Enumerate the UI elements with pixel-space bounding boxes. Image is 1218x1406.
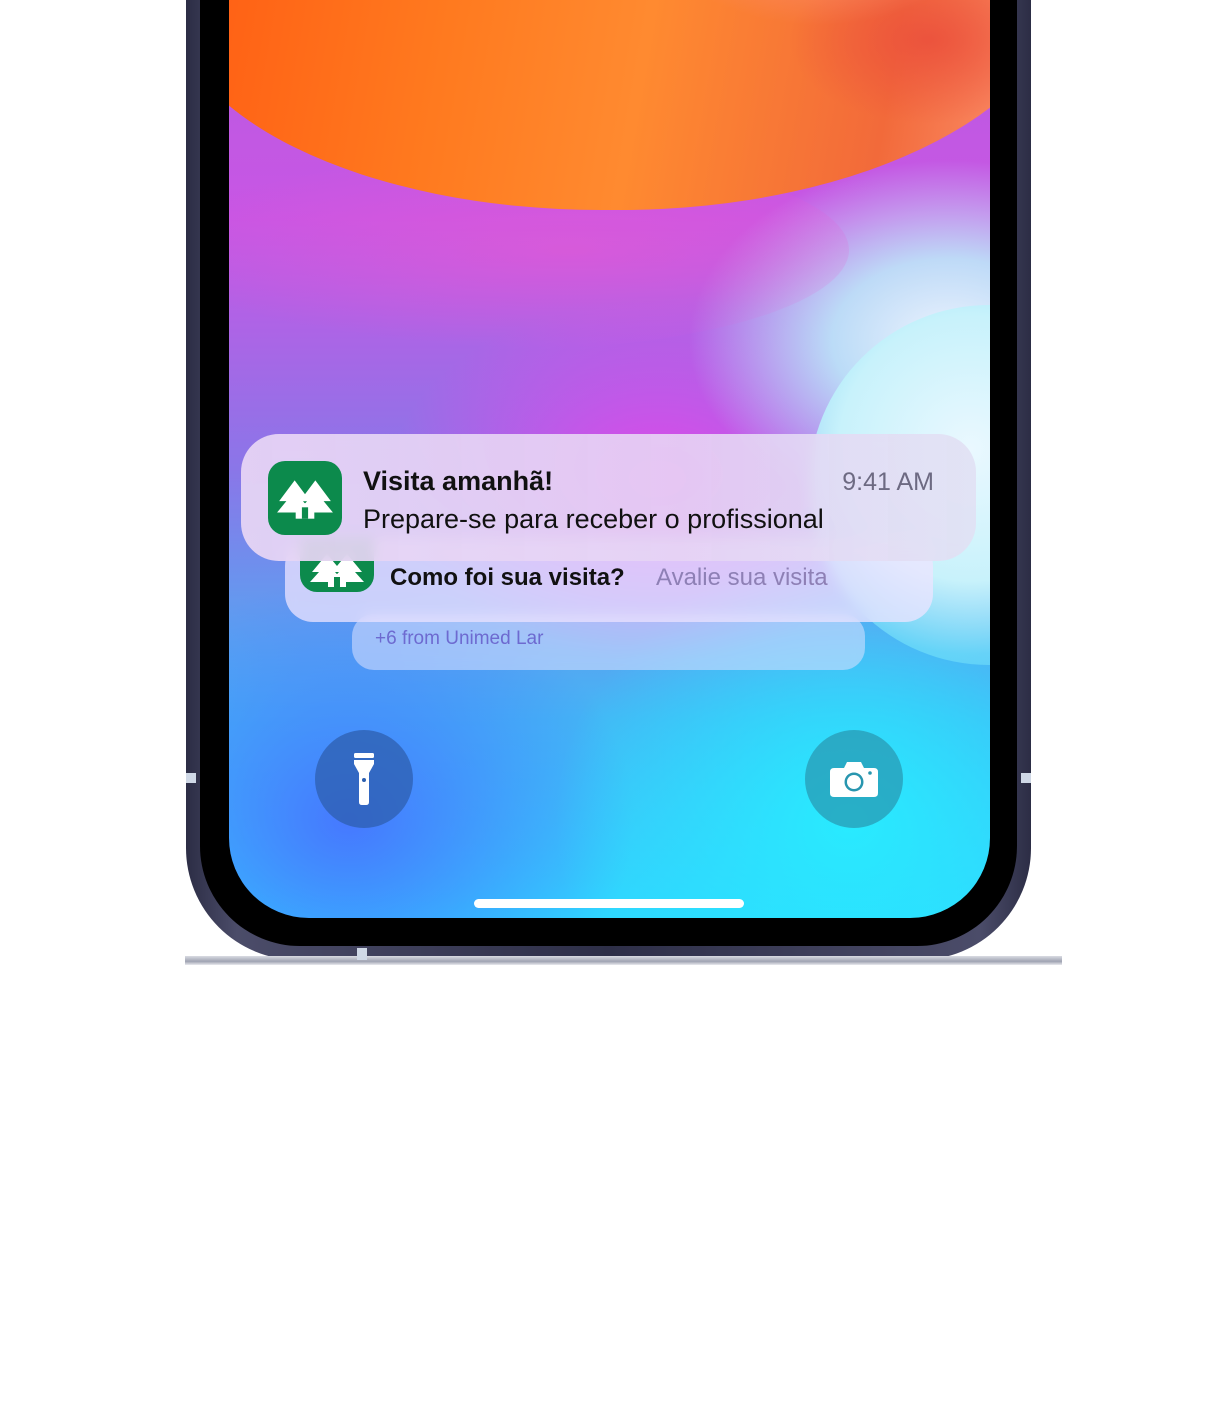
notification-primary-title: Visita amanhã! xyxy=(363,466,554,496)
phone-base-reflection xyxy=(185,956,1062,965)
lock-screen: +6 from Unimed Lar Como foi sua visita? … xyxy=(229,0,990,918)
camera-button[interactable] xyxy=(805,730,903,828)
notification-secondary-title: Como foi sua visita? xyxy=(390,564,625,591)
notification-secondary-body: Avalie sua visita xyxy=(656,564,828,591)
antenna-band-left xyxy=(186,773,196,783)
flashlight-button[interactable] xyxy=(315,730,413,828)
antenna-band-bottom xyxy=(357,948,367,960)
flashlight-icon xyxy=(354,753,374,805)
notification-stack-summary[interactable]: +6 from Unimed Lar xyxy=(352,614,865,670)
notification-primary-time: 9:41 AM xyxy=(842,468,934,496)
notification-primary-body: Prepare-se para receber o profissional xyxy=(363,504,824,534)
camera-icon xyxy=(830,762,878,797)
notification-primary[interactable]: Visita amanhã! 9:41 AM Prepare-se para r… xyxy=(241,434,976,561)
stack-summary-label: +6 from Unimed Lar xyxy=(375,628,544,649)
home-indicator[interactable] xyxy=(474,899,744,908)
antenna-band-right xyxy=(1021,773,1031,783)
unimed-lar-app-icon xyxy=(268,461,342,535)
house-tree-icon xyxy=(277,480,333,519)
